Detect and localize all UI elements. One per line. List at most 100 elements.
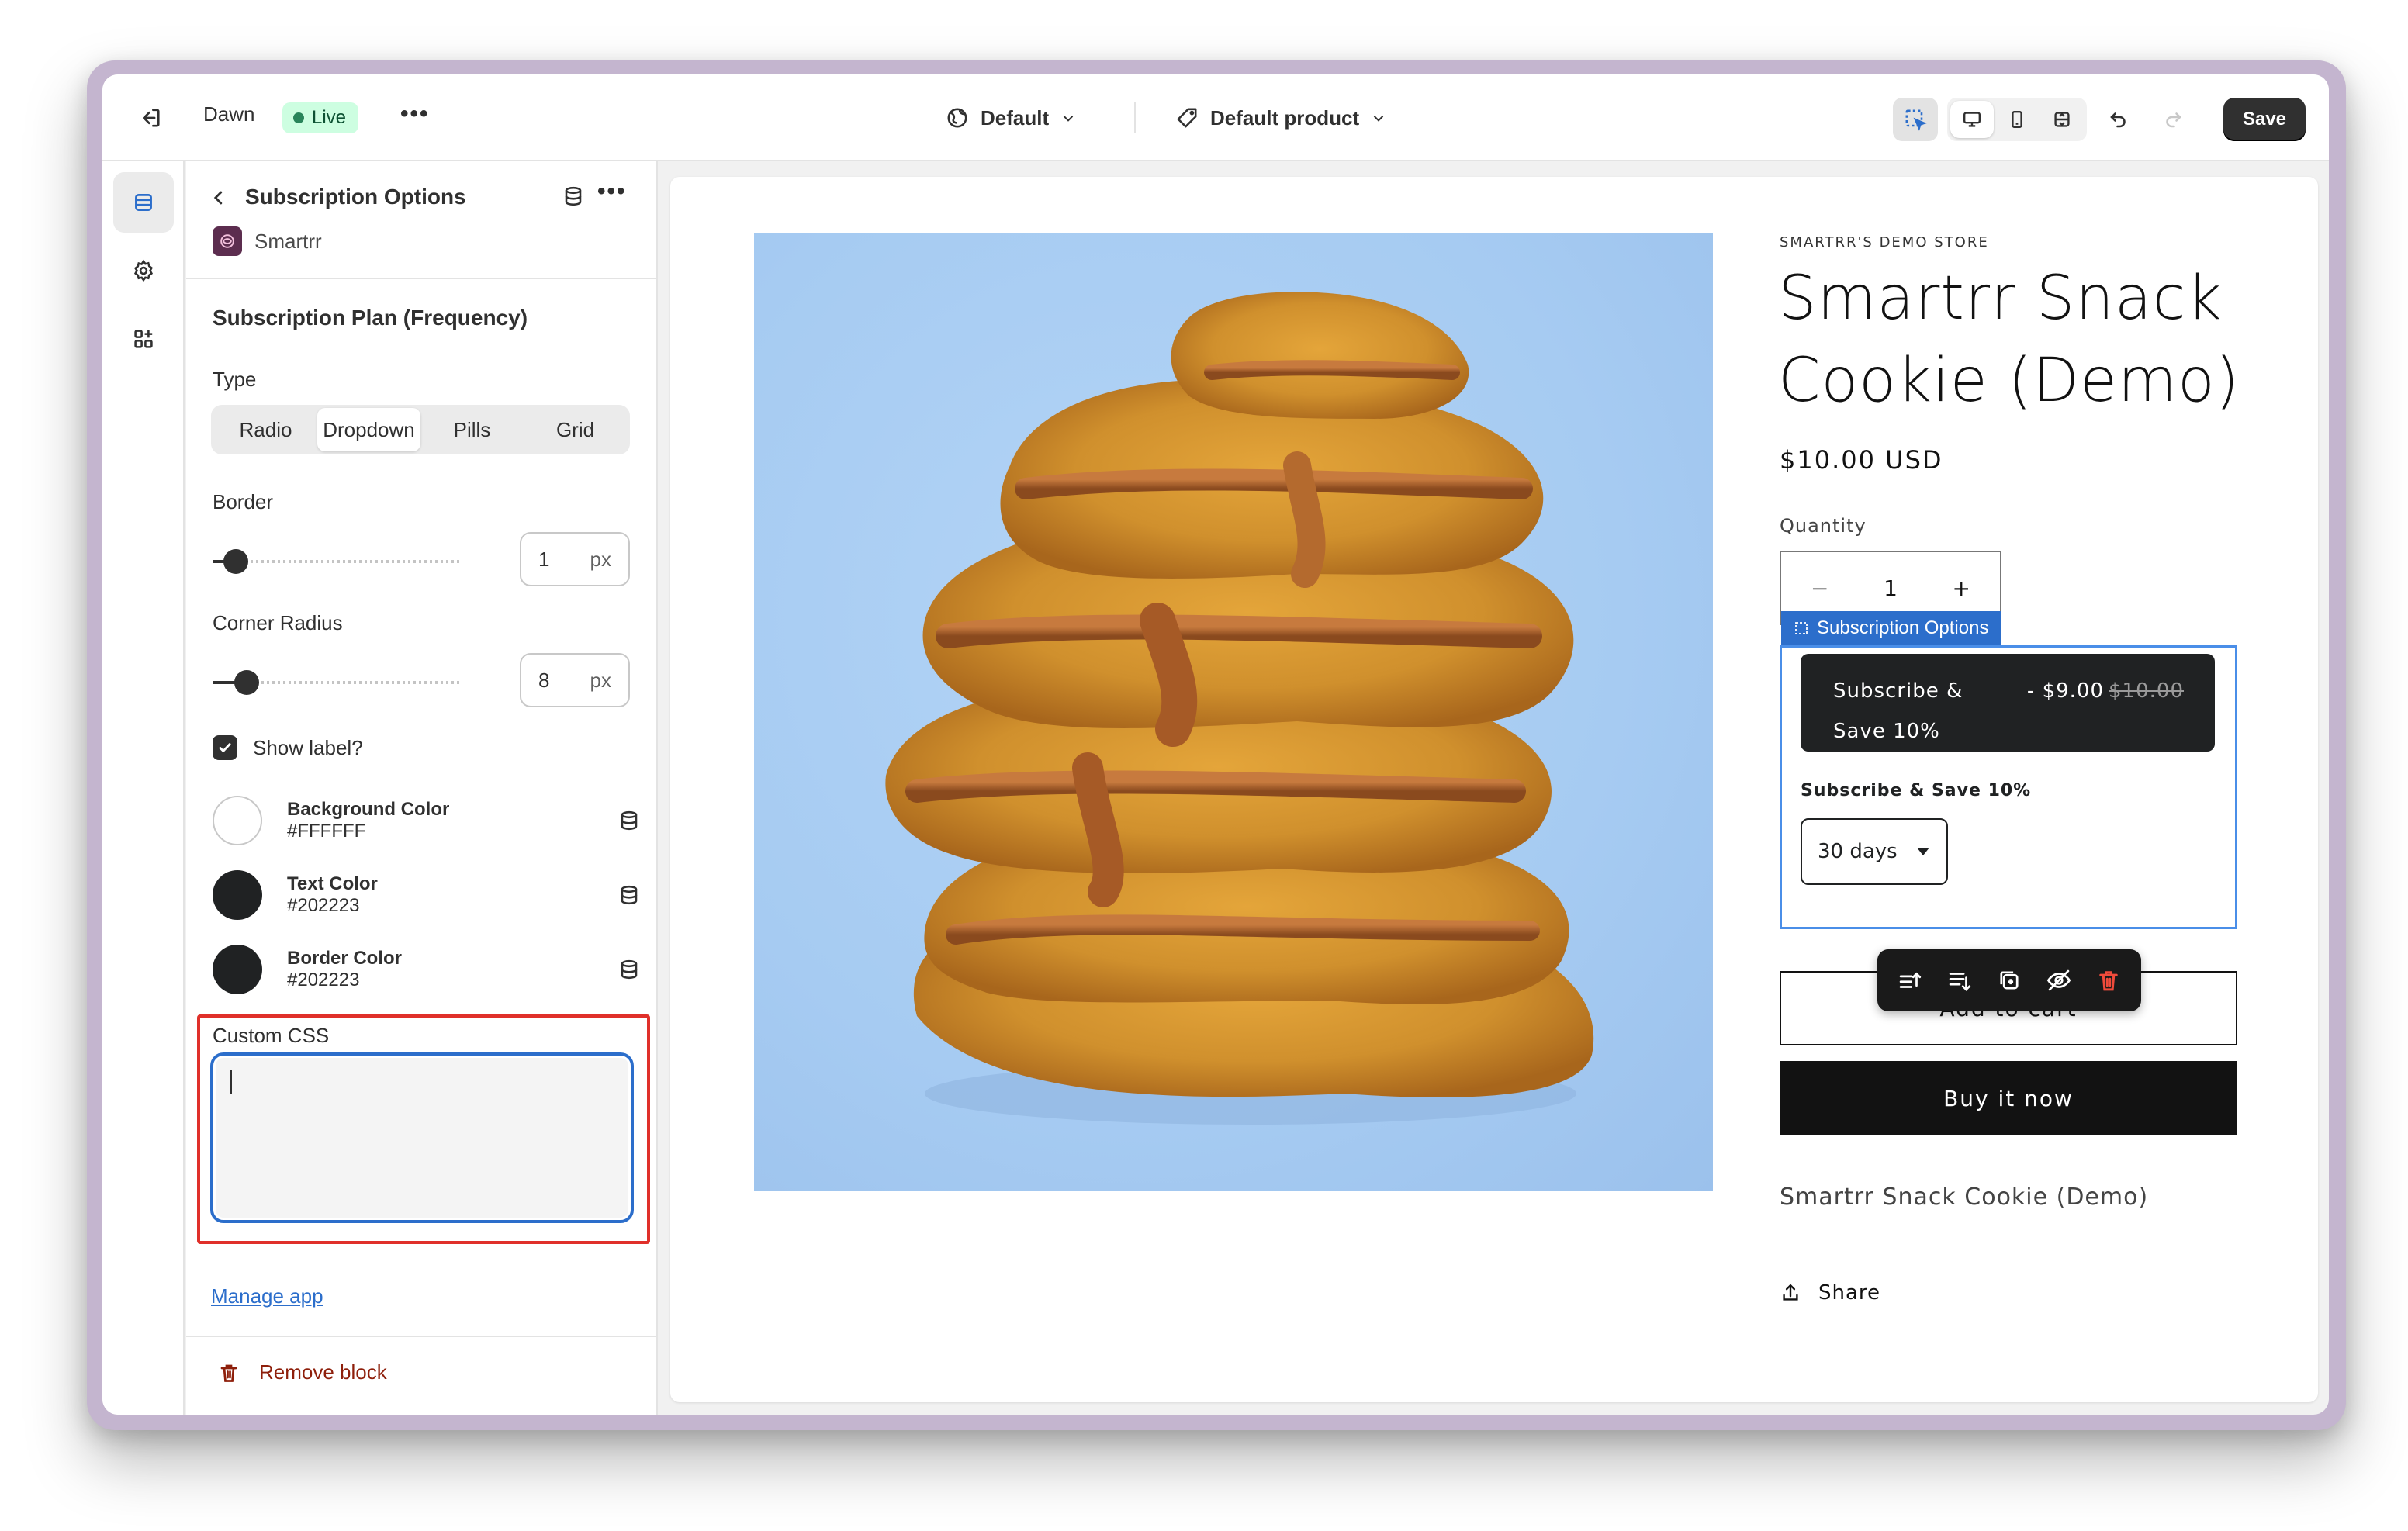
border-color-text: Border Color #202223 — [287, 948, 618, 991]
border-slider-thumb[interactable] — [223, 549, 248, 574]
status-dot-icon — [293, 112, 304, 123]
custom-css-textarea[interactable] — [211, 1053, 633, 1222]
fullscreen-icon — [2054, 112, 2070, 127]
redo-button[interactable] — [2150, 98, 2195, 141]
dynamic-source-button[interactable] — [562, 185, 585, 212]
buy-it-now-button[interactable]: Buy it now — [1780, 1061, 2237, 1135]
database-icon[interactable] — [618, 958, 641, 981]
footer-divider — [186, 1336, 658, 1337]
manage-app-link[interactable]: Manage app — [211, 1284, 323, 1308]
move-down-icon[interactable] — [1946, 967, 1973, 994]
device-switcher — [1947, 98, 2087, 141]
gear-icon — [133, 259, 154, 282]
globe-icon — [947, 108, 967, 128]
fullscreen-view-button[interactable] — [2040, 101, 2084, 138]
exit-icon[interactable] — [130, 98, 171, 138]
remove-block-button[interactable]: Remove block — [217, 1360, 387, 1384]
template-selector-product[interactable]: Default product — [1175, 98, 1387, 138]
type-option-grid[interactable]: Grid — [524, 408, 627, 451]
smartrr-logo — [213, 226, 242, 256]
background-color-hex: #FFFFFF — [287, 821, 366, 842]
hide-icon[interactable] — [2046, 967, 2072, 994]
block-select-icon — [1795, 622, 1808, 634]
more-actions-button[interactable]: ••• — [400, 101, 430, 127]
desktop-view-button[interactable] — [1950, 101, 1994, 138]
border-slider-track — [213, 560, 461, 563]
background-color-swatch[interactable] — [213, 796, 262, 845]
type-option-dropdown[interactable]: Dropdown — [317, 408, 420, 451]
caret-down-icon — [1917, 848, 1929, 855]
mobile-view-button[interactable] — [1995, 101, 2039, 138]
delete-icon[interactable] — [2095, 967, 2122, 994]
selected-block-tag: Subscription Options — [1781, 611, 2001, 645]
theme-editor-window: Dawn Live ••• Default Default product Sa… — [102, 74, 2329, 1415]
border-color-row[interactable]: Border Color #202223 — [213, 942, 647, 997]
text-caret — [230, 1070, 232, 1094]
type-option-pills[interactable]: Pills — [420, 408, 524, 451]
sections-button[interactable] — [113, 172, 174, 233]
share-button[interactable]: Share — [1780, 1281, 1880, 1305]
section-title: Subscription Plan (Frequency) — [213, 306, 528, 330]
corner-radius-number-input[interactable]: 8 px — [520, 653, 630, 707]
chevron-down-icon — [1063, 116, 1074, 122]
save-button[interactable]: Save — [2223, 98, 2306, 141]
header-divider — [186, 278, 658, 279]
app-name: Smartrr — [254, 230, 322, 253]
block-settings-panel: Subscription Options ••• Smartrr Subscri… — [186, 161, 658, 1415]
store-name: SMARTRR'S DEMO STORE — [1780, 234, 1989, 251]
frequency-value: 30 days — [1818, 840, 1898, 863]
subscription-options-block[interactable]: Subscribe & Save 10% - $9.00 $10.00 Subsc… — [1780, 645, 2237, 929]
product-image[interactable] — [754, 233, 1713, 1191]
text-color-row[interactable]: Text Color #202223 — [213, 867, 647, 923]
border-slider[interactable] — [213, 549, 469, 574]
storefront-preview: SMARTRR'S DEMO STORE Smartrr Snack Cooki… — [670, 177, 2318, 1402]
template-default-label: Default — [981, 105, 1050, 130]
undo-icon — [2110, 112, 2126, 128]
background-color-row[interactable]: Background Color #FFFFFF — [213, 793, 647, 848]
undo-button[interactable] — [2096, 98, 2141, 141]
border-color-swatch[interactable] — [213, 945, 262, 994]
subscription-plan-name: Subscribe & Save 10% — [1833, 679, 1963, 743]
editor-toolbar: Save — [1893, 98, 2306, 141]
checkmark-icon — [219, 743, 231, 752]
border-color-hex: #202223 — [287, 969, 360, 990]
text-color-text: Text Color #202223 — [287, 873, 618, 917]
smartrr-app-icon — [220, 234, 234, 248]
frequency-dropdown[interactable]: 30 days — [1801, 818, 1948, 885]
theme-name: Dawn — [203, 102, 255, 126]
duplicate-icon[interactable] — [1996, 967, 2022, 994]
left-rail — [102, 161, 185, 1415]
inspector-button[interactable] — [1893, 98, 1938, 141]
show-label-text: Show label? — [253, 735, 363, 759]
show-label-checkbox[interactable] — [213, 735, 237, 760]
theme-settings-button[interactable] — [113, 240, 174, 301]
template-selector-default[interactable]: Default — [945, 98, 1077, 138]
apps-icon — [134, 330, 153, 348]
app-embeds-button[interactable] — [113, 309, 174, 369]
minus-icon[interactable]: − — [1811, 575, 1828, 601]
radius-slider-thumb[interactable] — [234, 670, 259, 695]
panel-more-button[interactable]: ••• — [597, 178, 627, 205]
subscription-plan-card[interactable]: Subscribe & Save 10% - $9.00 $10.00 — [1801, 654, 2215, 752]
show-label-checkbox-row[interactable]: Show label? — [213, 735, 363, 760]
product-title: Smartrr Snack Cookie (Demo) — [1778, 264, 2240, 416]
border-unit: px — [590, 547, 611, 571]
sections-icon — [135, 194, 152, 211]
product-price: $10.00 USD — [1780, 445, 1943, 475]
back-button[interactable] — [208, 185, 230, 215]
type-label: Type — [213, 368, 257, 391]
database-icon[interactable] — [618, 809, 641, 832]
product-description: Smartrr Snack Cookie (Demo) — [1780, 1184, 2149, 1211]
remove-block-label: Remove block — [259, 1360, 387, 1384]
desktop-icon — [1963, 112, 1981, 127]
subscription-price: - $9.00 $10.00 — [2027, 671, 2184, 711]
type-option-radio[interactable]: Radio — [214, 408, 317, 451]
border-number-input[interactable]: 1 px — [520, 532, 630, 586]
share-icon — [1783, 1284, 1798, 1301]
move-up-icon[interactable] — [1897, 967, 1923, 994]
text-color-swatch[interactable] — [213, 870, 262, 920]
plus-icon[interactable]: + — [1953, 575, 1970, 601]
corner-radius-slider[interactable] — [213, 670, 469, 695]
database-icon[interactable] — [618, 883, 641, 907]
text-color-name: Text Color — [287, 873, 378, 894]
